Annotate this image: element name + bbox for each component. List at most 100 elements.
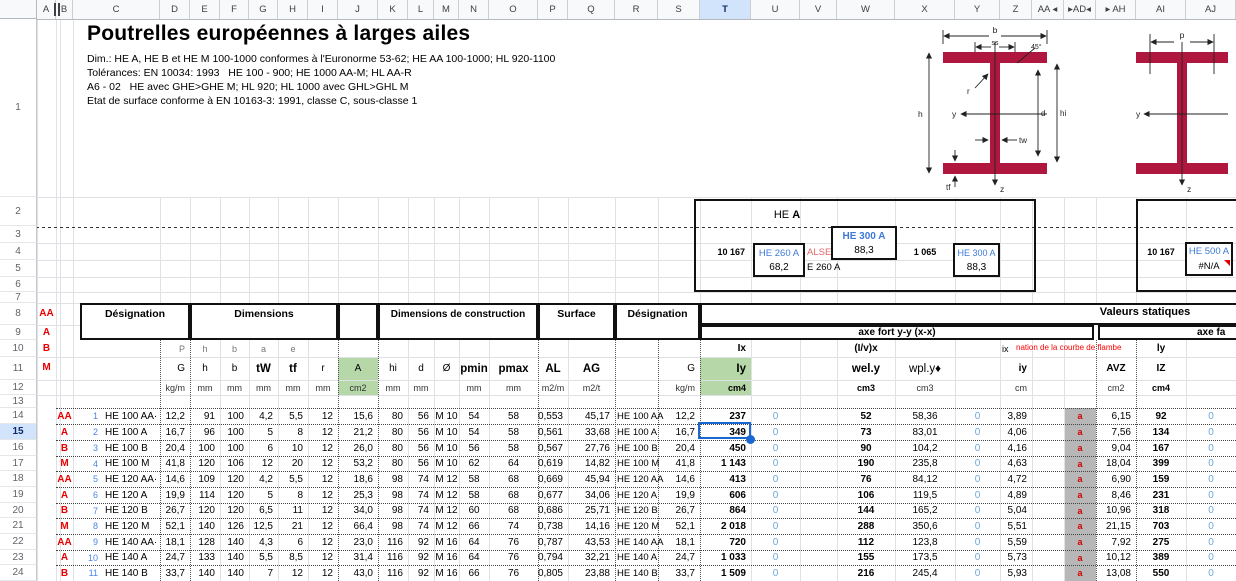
cell-wply[interactable]: 350,6 bbox=[895, 518, 955, 534]
cell-r[interactable]: 12 bbox=[308, 518, 338, 534]
cell-wply[interactable]: 83,01 bbox=[895, 424, 955, 440]
cell-d[interactable]: 92 bbox=[408, 534, 434, 550]
cell-wply[interactable]: 123,8 bbox=[895, 534, 955, 550]
column-header-AD[interactable]: ▸AD◂ bbox=[1064, 0, 1096, 19]
selected-profile[interactable]: HE 260 A bbox=[755, 245, 803, 261]
cell-z2[interactable]: 0 bbox=[955, 565, 1000, 581]
row-header-21[interactable]: 21 bbox=[0, 518, 37, 534]
cell-tw[interactable]: 4,2 bbox=[249, 471, 278, 487]
cell-letter[interactable]: AA bbox=[56, 471, 73, 487]
profile-selector-2[interactable]: HE 300 A 88,3 bbox=[831, 226, 897, 260]
cell-wply[interactable]: 165,2 bbox=[895, 503, 955, 518]
cell-iy[interactable]: 1 143 bbox=[700, 456, 751, 471]
cell-al[interactable]: 0,738 bbox=[538, 518, 568, 534]
cell-z1[interactable]: 0 bbox=[751, 471, 800, 487]
cell-name2[interactable]: HE 100 B bbox=[615, 440, 658, 456]
cell-a[interactable]: 53,2 bbox=[338, 456, 378, 471]
cell-tf[interactable]: 10 bbox=[278, 440, 308, 456]
cell-iyr[interactable]: 5,73 bbox=[1000, 550, 1032, 565]
column-label-G[interactable]: a bbox=[249, 340, 278, 357]
cell-iyr[interactable]: 5,51 bbox=[1000, 518, 1032, 534]
cell-b[interactable]: 120 bbox=[220, 487, 249, 503]
cell-g2[interactable]: 20,4 bbox=[658, 440, 700, 456]
cell-hi[interactable]: 98 bbox=[378, 471, 408, 487]
column-header-G[interactable]: G bbox=[249, 0, 278, 19]
cell-name[interactable]: 7HE 120 B bbox=[73, 503, 160, 518]
cell-iyr[interactable]: 4,16 bbox=[1000, 440, 1032, 456]
column-label-X[interactable]: cm3 bbox=[895, 380, 955, 395]
column-header-AJ[interactable]: AJ bbox=[1186, 0, 1236, 19]
selected-profile[interactable]: HE 300 A bbox=[955, 245, 998, 261]
cell-pmax[interactable]: 76 bbox=[489, 534, 538, 550]
row-header-3[interactable]: 3 bbox=[0, 226, 37, 243]
cell-iz[interactable]: 703 bbox=[1136, 518, 1186, 534]
column-label-Z[interactable]: iy bbox=[1000, 357, 1032, 380]
active-cell-outline[interactable] bbox=[698, 422, 751, 439]
cell-r[interactable]: 12 bbox=[308, 487, 338, 503]
fill-handle[interactable] bbox=[746, 435, 755, 444]
column-header-D[interactable]: D bbox=[160, 0, 190, 19]
cell-z2[interactable]: 0 bbox=[955, 518, 1000, 534]
column-label-Q[interactable]: m2/t bbox=[568, 380, 615, 395]
column-label-H[interactable]: e bbox=[278, 340, 308, 357]
cell-tf[interactable]: 11 bbox=[278, 503, 308, 518]
cell-h[interactable]: 91 bbox=[190, 408, 220, 424]
cell-tf[interactable]: 21 bbox=[278, 518, 308, 534]
cell-z3[interactable]: 0 bbox=[1186, 456, 1236, 471]
cell-d[interactable]: 92 bbox=[408, 550, 434, 565]
cell-letter[interactable]: A bbox=[56, 424, 73, 440]
cell-d[interactable]: 74 bbox=[408, 471, 434, 487]
cell-iy[interactable]: 606 bbox=[700, 487, 751, 503]
cell-d[interactable]: 92 bbox=[408, 565, 434, 581]
cell-dia[interactable]: M 12 bbox=[434, 471, 459, 487]
cell-g2[interactable]: 52,1 bbox=[658, 518, 700, 534]
cell-g[interactable]: 12,2 bbox=[160, 408, 190, 424]
cell-iyr[interactable]: 3,89 bbox=[1000, 408, 1032, 424]
cell-pmin[interactable]: 66 bbox=[459, 518, 489, 534]
row-header-9[interactable]: 9 bbox=[0, 325, 37, 340]
column-label-P[interactable]: m2/m bbox=[538, 380, 568, 395]
cell-hi[interactable]: 80 bbox=[378, 408, 408, 424]
column-header-S[interactable]: S bbox=[658, 0, 700, 19]
cell-pmin[interactable]: 66 bbox=[459, 565, 489, 581]
column-label-K[interactable]: hi bbox=[378, 357, 408, 380]
cell-name[interactable]: 5HE 120 AA· bbox=[73, 471, 160, 487]
cell-a[interactable]: 43,0 bbox=[338, 565, 378, 581]
cell-ag[interactable]: 45,94 bbox=[568, 471, 615, 487]
cell-avz[interactable]: 7,92 bbox=[1096, 534, 1136, 550]
cell-z3[interactable]: 0 bbox=[1186, 440, 1236, 456]
cell-name2[interactable]: HE 140 AA bbox=[615, 534, 658, 550]
selected-profile[interactable]: HE 300 A bbox=[833, 228, 895, 244]
cell-z3[interactable]: 0 bbox=[1186, 565, 1236, 581]
cell-curve[interactable]: a bbox=[1064, 534, 1096, 550]
column-header-P[interactable]: P bbox=[538, 0, 568, 19]
cell-tw[interactable]: 5 bbox=[249, 424, 278, 440]
cell-name[interactable]: 2HE 100 A bbox=[73, 424, 160, 440]
cell-z1[interactable]: 0 bbox=[751, 550, 800, 565]
cell-pmin[interactable]: 64 bbox=[459, 550, 489, 565]
cell-avz[interactable]: 10,96 bbox=[1096, 503, 1136, 518]
column-label-G[interactable]: tW bbox=[249, 357, 278, 380]
cell-h[interactable]: 100 bbox=[190, 440, 220, 456]
cell-al[interactable]: 0,561 bbox=[538, 424, 568, 440]
row-header-2[interactable]: 2 bbox=[0, 197, 37, 226]
cell-curve[interactable]: a bbox=[1064, 565, 1096, 581]
cell-tw[interactable]: 4,3 bbox=[249, 534, 278, 550]
cell-d[interactable]: 74 bbox=[408, 518, 434, 534]
cell-iyr[interactable]: 5,04 bbox=[1000, 503, 1032, 518]
row-header-19[interactable]: 19 bbox=[0, 487, 37, 503]
cell-r[interactable]: 12 bbox=[308, 565, 338, 581]
column-label-J[interactable]: cm2 bbox=[338, 380, 378, 395]
column-header-AI[interactable]: AI bbox=[1136, 0, 1186, 19]
column-label-L[interactable]: d bbox=[408, 357, 434, 380]
column-label-AI[interactable]: IZ bbox=[1136, 357, 1186, 380]
cell-g[interactable]: 24,7 bbox=[160, 550, 190, 565]
cell-g2[interactable]: 18,1 bbox=[658, 534, 700, 550]
cell-wply[interactable]: 58,36 bbox=[895, 408, 955, 424]
cell-name[interactable]: 8HE 120 M bbox=[73, 518, 160, 534]
cell-iyr[interactable]: 4,72 bbox=[1000, 471, 1032, 487]
column-label-I[interactable]: r bbox=[308, 357, 338, 380]
cell-hi[interactable]: 116 bbox=[378, 534, 408, 550]
cell-curve[interactable]: a bbox=[1064, 424, 1096, 440]
cell-iy[interactable]: 720 bbox=[700, 534, 751, 550]
